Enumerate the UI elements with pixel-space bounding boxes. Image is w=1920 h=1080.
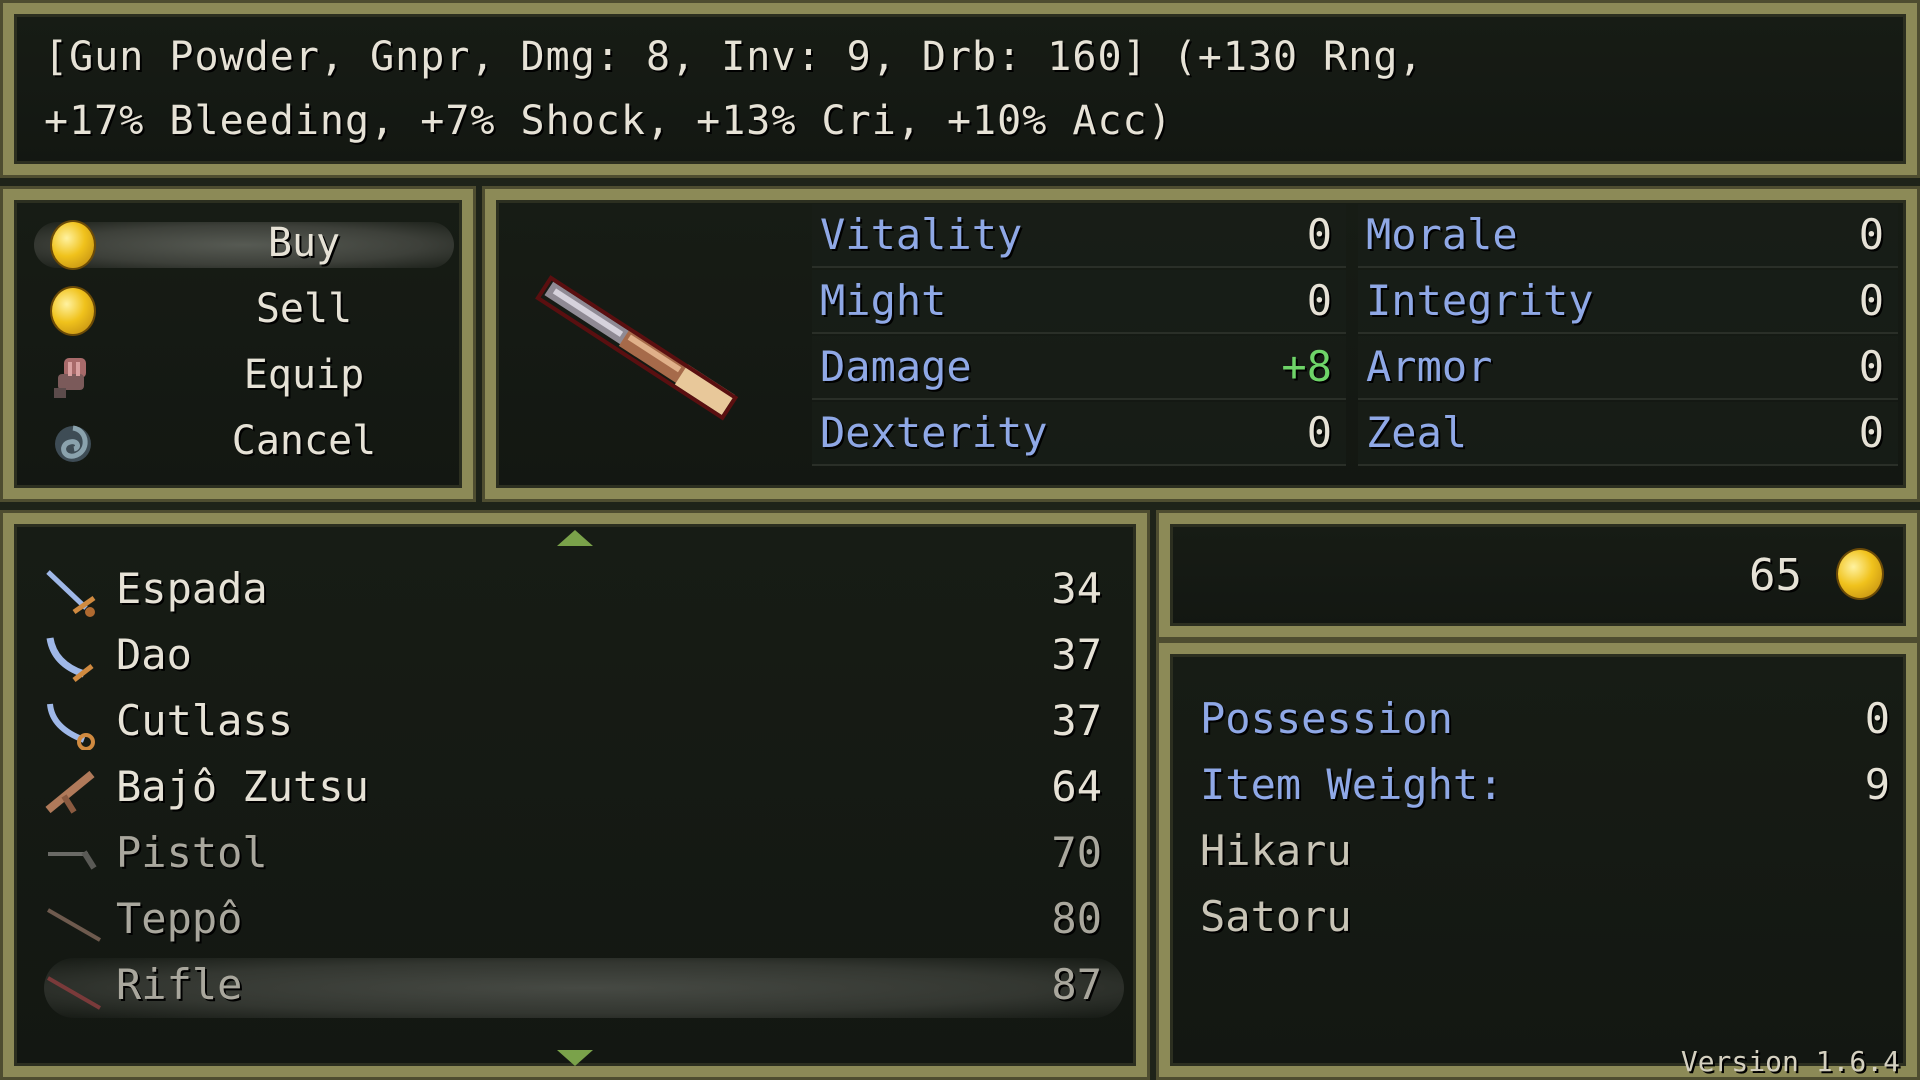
scroll-down-arrow-icon[interactable] — [557, 1050, 593, 1066]
gauntlet-icon — [54, 358, 86, 398]
list-item-dao[interactable]: Dao 37 — [34, 626, 1134, 690]
stat-value: 0 — [1858, 210, 1884, 259]
stat-label: Integrity — [1366, 276, 1594, 325]
list-item-cutlass[interactable]: Cutlass 37 — [34, 692, 1134, 756]
possession-row: Possession 0 — [1200, 690, 1890, 754]
item-name: Dao — [116, 630, 192, 679]
stat-row-morale: Morale 0 — [1358, 204, 1898, 268]
stat-value: 0 — [1306, 408, 1332, 457]
item-name: Cutlass — [116, 696, 294, 745]
item-price: 87 — [1051, 960, 1102, 1009]
scroll-up-arrow-icon[interactable] — [557, 530, 593, 546]
item-price: 64 — [1051, 762, 1102, 811]
sword-icon — [47, 703, 95, 750]
sword-icon — [46, 570, 96, 617]
item-info-window: Possession 0 Item Weight: 9 Hikaru Sator… — [1156, 640, 1920, 1080]
party-member-row: Satoru — [1200, 888, 1890, 952]
item-weight-label: Item Weight: — [1200, 760, 1504, 809]
possession-label: Possession — [1200, 694, 1453, 743]
party-member-name: Hikaru — [1200, 826, 1352, 875]
stat-row-damage: Damage +8 — [812, 336, 1346, 400]
item-name: Teppô — [116, 894, 243, 943]
stat-label: Armor — [1366, 342, 1493, 391]
stat-row-might: Might 0 — [812, 270, 1346, 334]
stat-row-integrity: Integrity 0 — [1358, 270, 1898, 334]
swirl-icon — [55, 425, 91, 462]
stat-value: 0 — [1858, 342, 1884, 391]
stat-label: Dexterity — [820, 408, 1048, 457]
rifle-icon — [47, 976, 101, 1010]
stat-label: Damage — [820, 342, 972, 391]
rifle-icon — [47, 908, 101, 942]
gold-coin-icon — [50, 286, 96, 336]
stat-value: 0 — [1306, 210, 1332, 259]
stat-row-zeal: Zeal 0 — [1358, 402, 1898, 466]
list-item-rifle[interactable]: Rifle 87 — [34, 956, 1134, 1020]
gold-coin-icon — [50, 220, 96, 270]
stat-value: 0 — [1306, 276, 1332, 325]
sell-command-label: Sell — [255, 286, 353, 332]
equip-command-label: Equip — [243, 352, 365, 398]
buy-command[interactable]: Buy — [34, 214, 454, 274]
list-item-espada[interactable]: Espada 34 — [34, 560, 1134, 624]
equip-command[interactable]: Equip — [34, 346, 454, 406]
gold-window: 65 — [1156, 510, 1920, 640]
party-member-name: Satoru — [1200, 892, 1352, 941]
list-item-bajo-zutsu[interactable]: Bajô Zutsu 64 — [34, 758, 1134, 822]
sword-icon — [46, 637, 94, 682]
stat-value-increase: +8 — [1281, 342, 1332, 391]
help-window: [Gun Powder, Gnpr, Dmg: 8, Inv: 9, Drb: … — [0, 0, 1920, 178]
list-item-pistol[interactable]: Pistol 70 — [34, 824, 1134, 888]
item-weight-value: 9 — [1864, 760, 1890, 809]
item-price: 34 — [1051, 564, 1102, 613]
item-price: 37 — [1051, 696, 1102, 745]
pistol-icon — [48, 850, 97, 870]
stat-row-dexterity: Dexterity 0 — [812, 402, 1346, 466]
item-description-line-2: +17% Bleeding, +7% Shock, +13% Cri, +10%… — [44, 98, 1173, 144]
gold-coin-icon — [1836, 548, 1884, 600]
item-name: Espada — [116, 564, 268, 613]
item-price: 70 — [1051, 828, 1102, 877]
cancel-command-label: Cancel — [231, 418, 377, 464]
item-price: 37 — [1051, 630, 1102, 679]
party-member-row: Hikaru — [1200, 822, 1890, 886]
stat-label: Vitality — [820, 210, 1023, 259]
stat-row-vitality: Vitality 0 — [812, 204, 1346, 268]
item-description-line-1: [Gun Powder, Gnpr, Dmg: 8, Inv: 9, Drb: … — [44, 34, 1424, 80]
item-weight-row: Item Weight: 9 — [1200, 756, 1890, 820]
stat-label: Zeal — [1366, 408, 1468, 457]
stat-value: 0 — [1858, 408, 1884, 457]
buy-command-label: Buy — [267, 220, 341, 266]
item-name: Pistol — [116, 828, 268, 877]
stat-label: Morale — [1366, 210, 1518, 259]
possession-value: 0 — [1864, 694, 1890, 743]
item-name: Rifle — [116, 960, 243, 1009]
stat-label: Might — [820, 276, 947, 325]
item-status-window: Vitality 0 Might 0 Damage +8 Dexterity 0… — [482, 186, 1920, 502]
item-name: Bajô Zutsu — [116, 762, 369, 811]
gun-powder-item-icon — [535, 275, 739, 421]
gold-amount: 65 — [1749, 550, 1802, 601]
cancel-command[interactable]: Cancel — [34, 412, 454, 472]
handgun-icon — [45, 770, 95, 814]
stat-value: 0 — [1858, 276, 1884, 325]
command-window: Buy Sell Equip Cancel — [0, 186, 476, 502]
sell-command[interactable]: Sell — [34, 280, 454, 340]
version-label: Version 1.6.4 — [1680, 1045, 1900, 1078]
stat-row-armor: Armor 0 — [1358, 336, 1898, 400]
list-item-teppo[interactable]: Teppô 80 — [34, 890, 1134, 954]
item-price: 80 — [1051, 894, 1102, 943]
shop-item-list: Espada 34 Dao 37 Cutlass 37 Bajô Zutsu 6… — [0, 510, 1150, 1080]
